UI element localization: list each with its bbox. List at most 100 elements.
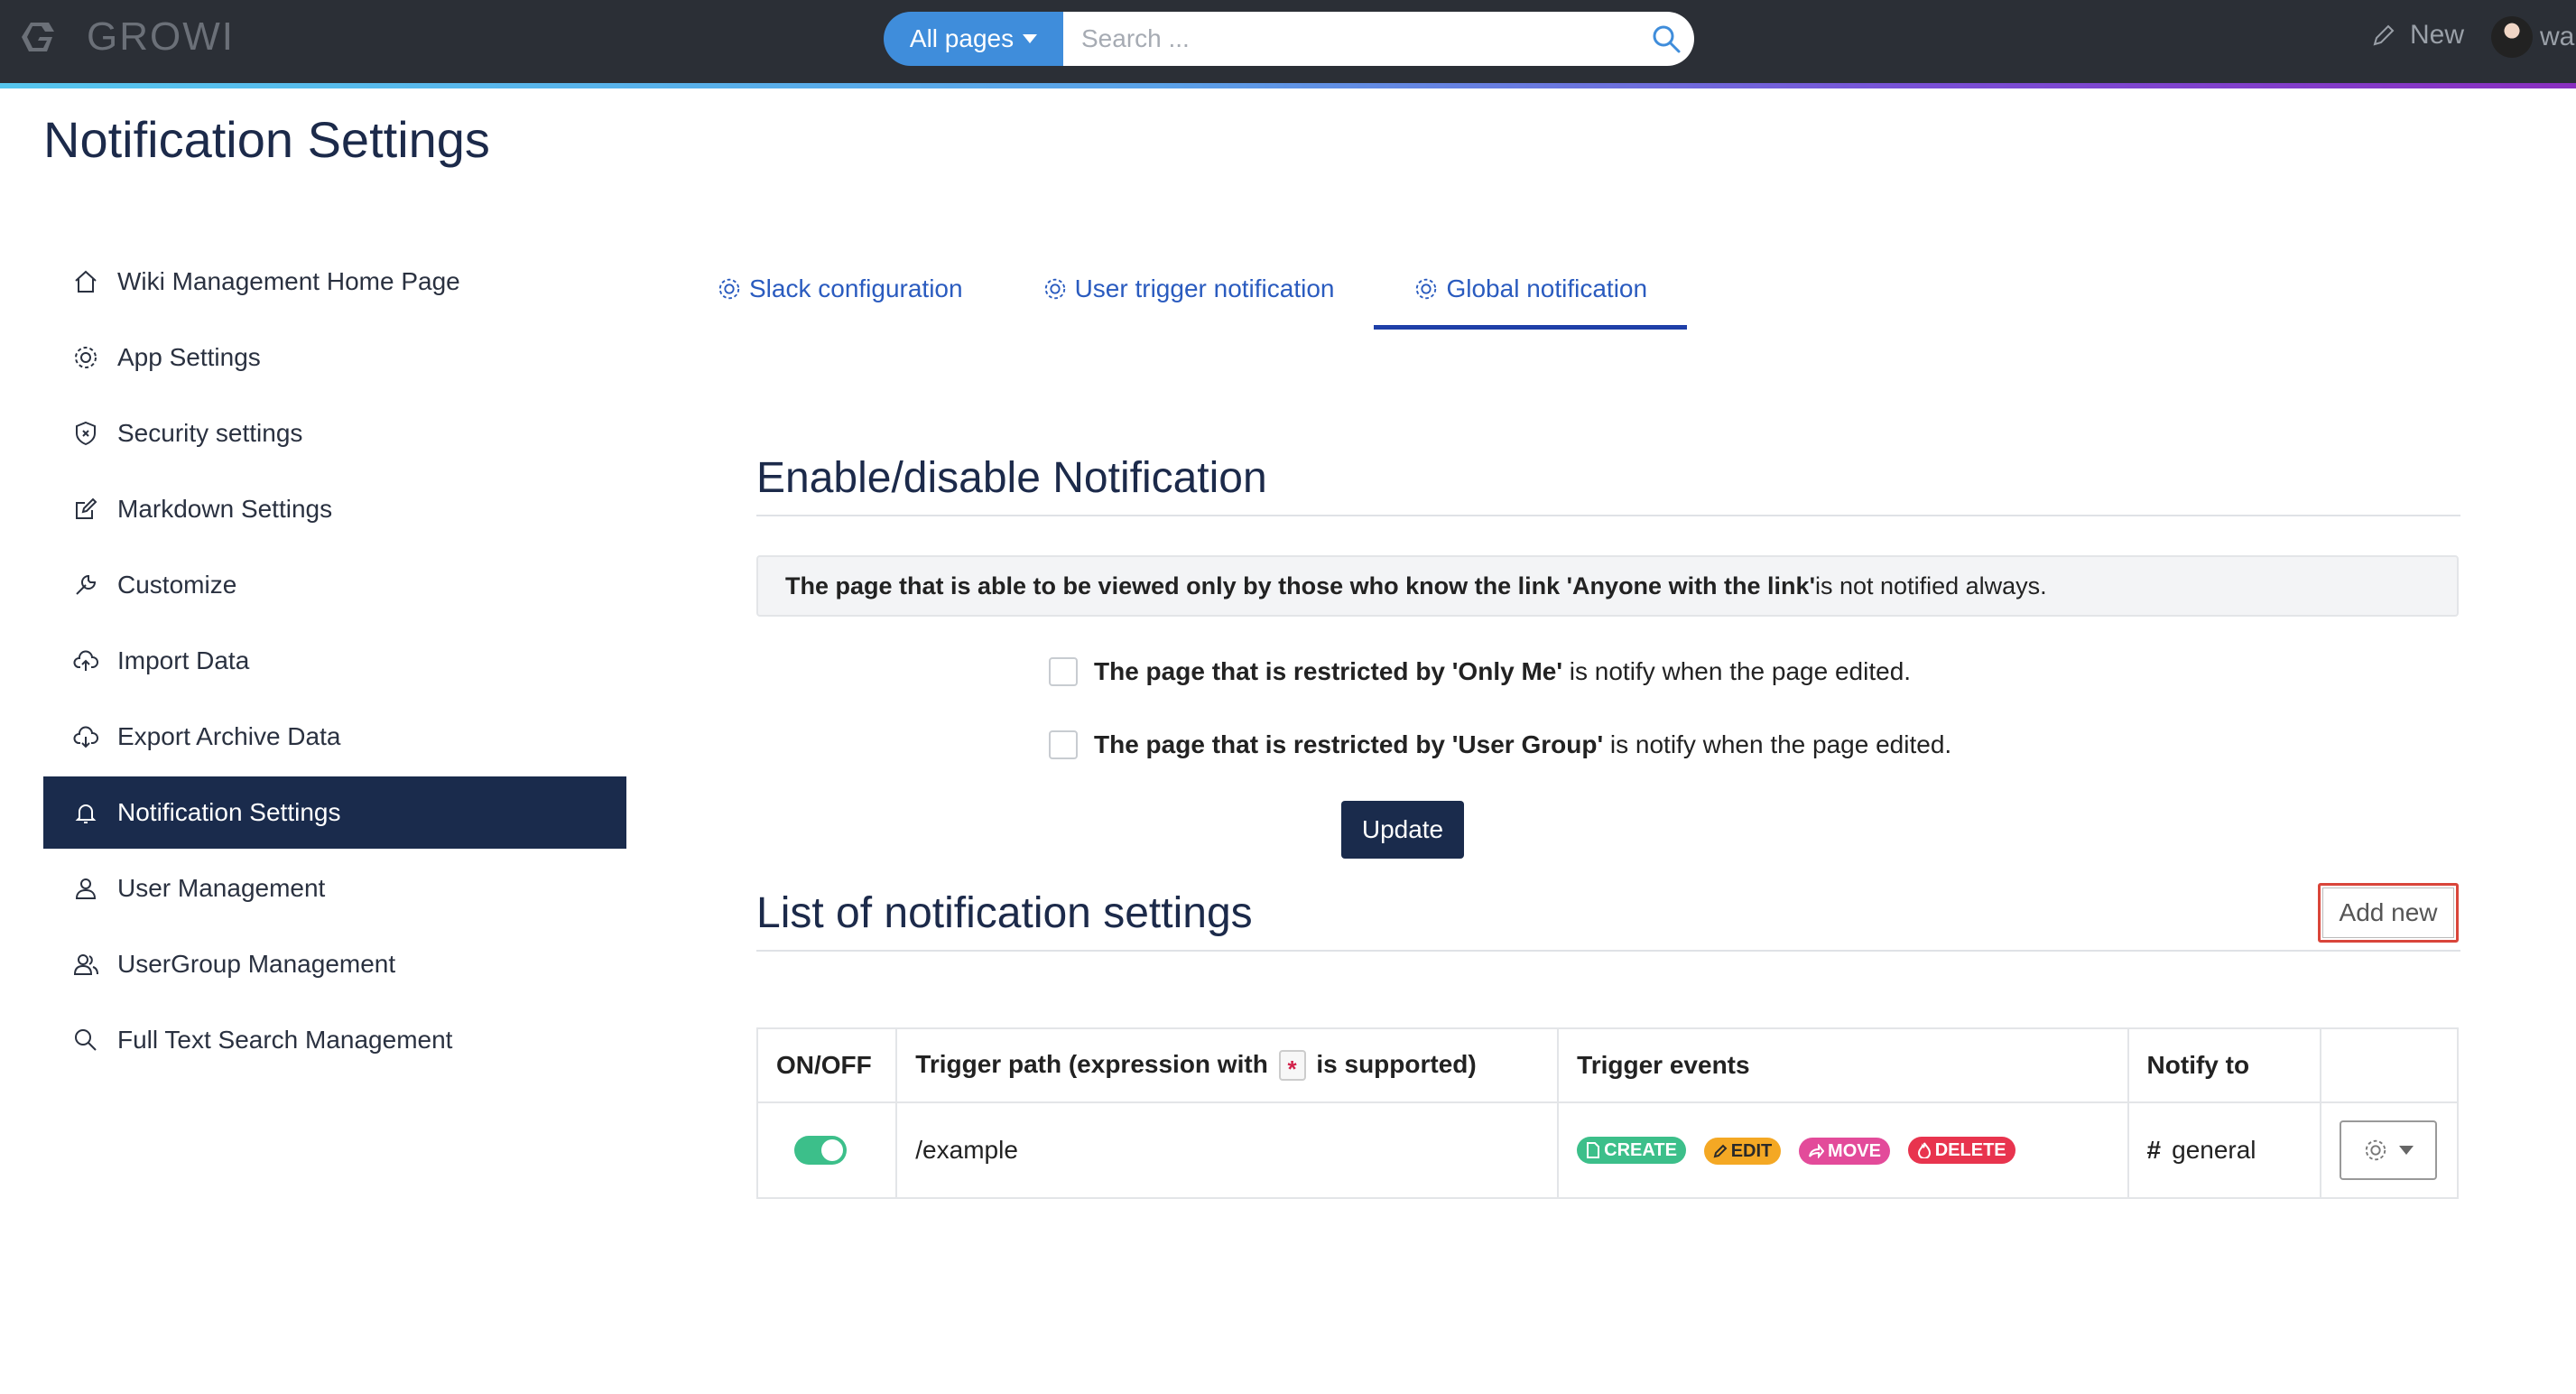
sidebar-item-customize[interactable]: Customize: [43, 549, 626, 621]
sidebar-item-wiki-management-home[interactable]: Wiki Management Home Page: [43, 246, 626, 318]
sidebar-item-label: Wiki Management Home Page: [117, 267, 460, 295]
gear-icon: [718, 278, 740, 300]
search-scope-label: All pages: [909, 24, 1015, 52]
row-settings-dropdown[interactable]: [2339, 1120, 2437, 1180]
onoff-cell: [755, 1101, 898, 1199]
sidebar-item-markdown-settings[interactable]: Markdown Settings: [43, 473, 626, 545]
actions-cell: [2319, 1101, 2460, 1199]
alert-text: is not notified always.: [1815, 572, 2047, 599]
sidebar-item-label: Notification Settings: [117, 798, 341, 826]
gear-icon: [75, 347, 97, 368]
sidebar-item-label: Export Archive Data: [117, 722, 341, 750]
user-group-option: The page that is restricted by 'User Gro…: [1049, 730, 1951, 759]
user-name: wai: [2540, 22, 2576, 51]
search-input[interactable]: [1063, 12, 1694, 66]
sidebar-item-label: Security settings: [117, 419, 303, 447]
event-label: EDIT: [1730, 1140, 1773, 1161]
column-header-text: is supported): [1316, 1049, 1477, 1078]
divider: [756, 515, 2460, 516]
tab-label: Global notification: [1446, 274, 1648, 302]
enable-disable-heading: Enable/disable Notification: [756, 454, 1267, 502]
event-label: DELETE: [1934, 1139, 2006, 1160]
event-badge-create: CREATE: [1577, 1137, 1686, 1164]
notify-channel: general: [2172, 1136, 2256, 1164]
search-scope-dropdown[interactable]: All pages: [884, 12, 1063, 66]
search-icon: [75, 1029, 97, 1051]
sidebar-item-label: Full Text Search Management: [117, 1026, 453, 1054]
enable-toggle[interactable]: [794, 1136, 847, 1165]
sidebar-item-label: App Settings: [117, 343, 261, 371]
fire-icon: [1917, 1142, 1931, 1158]
top-navbar: GROWI All pages New wai: [0, 0, 2576, 83]
add-new-button[interactable]: Add new: [2318, 883, 2459, 943]
list-settings-heading: List of notification settings: [756, 889, 1253, 937]
chevron-down-icon: [2398, 1146, 2414, 1155]
trigger-events-cell: CREATE EDIT MOVE DELETE: [1557, 1101, 2129, 1199]
notify-to-cell: # general: [2127, 1101, 2321, 1199]
sidebar-item-label: Customize: [117, 571, 237, 599]
sidebar-item-export-archive-data[interactable]: Export Archive Data: [43, 701, 626, 773]
sidebar-item-security-settings[interactable]: Security settings: [43, 397, 626, 469]
sidebar-item-label: User Management: [117, 874, 326, 902]
option-bold-text: The page that is restricted by 'Only Me': [1094, 657, 1562, 685]
divider: [756, 950, 2460, 952]
sidebar-item-app-settings[interactable]: App Settings: [43, 321, 626, 394]
event-badge-edit: EDIT: [1703, 1138, 1782, 1165]
share-icon: [1809, 1144, 1825, 1158]
table-row: /example CREATE EDIT MOVE DELETE # gener…: [755, 1101, 2460, 1199]
gear-icon: [1416, 278, 1437, 300]
sidebar-item-user-management[interactable]: User Management: [43, 852, 626, 925]
cloud-upload-icon: [73, 650, 98, 671]
trigger-path-cell: /example: [895, 1101, 1560, 1199]
tab-label: Slack configuration: [749, 274, 963, 302]
update-button[interactable]: Update: [1341, 801, 1464, 859]
edit-icon: [76, 497, 97, 519]
tab-global-notification[interactable]: Global notification: [1374, 253, 1688, 330]
search-icon[interactable]: [1651, 23, 1682, 59]
user-group-checkbox[interactable]: [1049, 730, 1078, 759]
event-badge-delete: DELETE: [1907, 1137, 2015, 1164]
gear-icon: [1044, 278, 1065, 300]
column-header-text: Trigger path (expression with: [915, 1049, 1268, 1078]
only-me-checkbox[interactable]: [1049, 657, 1078, 686]
growi-logo[interactable]: GROWI: [20, 14, 235, 60]
app-name: GROWI: [87, 14, 235, 59]
column-header-onoff: ON/OFF: [755, 1027, 898, 1103]
file-icon: [1587, 1142, 1600, 1158]
table-header-row: ON/OFF Trigger path (expression with * i…: [755, 1027, 2460, 1103]
info-alert: The page that is able to be viewed only …: [756, 555, 2459, 617]
tab-user-trigger-notification[interactable]: User trigger notification: [1003, 253, 1375, 325]
column-header-actions: [2319, 1027, 2460, 1103]
sidebar-item-label: UserGroup Management: [117, 950, 396, 978]
gear-icon: [2365, 1139, 2386, 1161]
sidebar-item-label: Import Data: [117, 646, 250, 674]
event-label: MOVE: [1828, 1140, 1881, 1161]
page-title: Notification Settings: [43, 111, 490, 168]
sidebar-item-import-data[interactable]: Import Data: [43, 625, 626, 697]
user-icon: [75, 878, 97, 899]
tab-slack-configuration[interactable]: Slack configuration: [704, 253, 1003, 325]
new-label: New: [2410, 20, 2465, 50]
admin-sidebar: Wiki Management Home Page App Settings S…: [43, 246, 626, 1080]
users-icon: [73, 954, 98, 975]
sidebar-item-full-text-search-management[interactable]: Full Text Search Management: [43, 1004, 626, 1076]
avatar: [2491, 16, 2533, 58]
column-header-trigger-events: Trigger events: [1557, 1027, 2129, 1103]
only-me-option: The page that is restricted by 'Only Me'…: [1049, 657, 1911, 686]
new-page-button[interactable]: New: [2370, 20, 2464, 51]
pencil-icon: [1713, 1144, 1728, 1158]
user-menu[interactable]: wai: [2491, 16, 2576, 58]
event-badge-move: MOVE: [1799, 1138, 1890, 1165]
column-header-trigger-path: Trigger path (expression with * is suppo…: [895, 1027, 1560, 1103]
pencil-icon: [2373, 24, 2395, 46]
option-bold-text: The page that is restricted by 'User Gro…: [1094, 730, 1604, 758]
tab-label: User trigger notification: [1074, 274, 1335, 302]
shield-icon: [76, 421, 96, 446]
chevron-down-icon: [1023, 34, 1038, 43]
sidebar-item-notification-settings[interactable]: Notification Settings: [43, 776, 626, 849]
option-text: is notify when the page edited.: [1603, 730, 1952, 758]
bell-icon: [75, 804, 97, 823]
sidebar-item-label: Markdown Settings: [117, 495, 333, 523]
home-icon: [75, 270, 97, 293]
sidebar-item-usergroup-management[interactable]: UserGroup Management: [43, 928, 626, 1000]
